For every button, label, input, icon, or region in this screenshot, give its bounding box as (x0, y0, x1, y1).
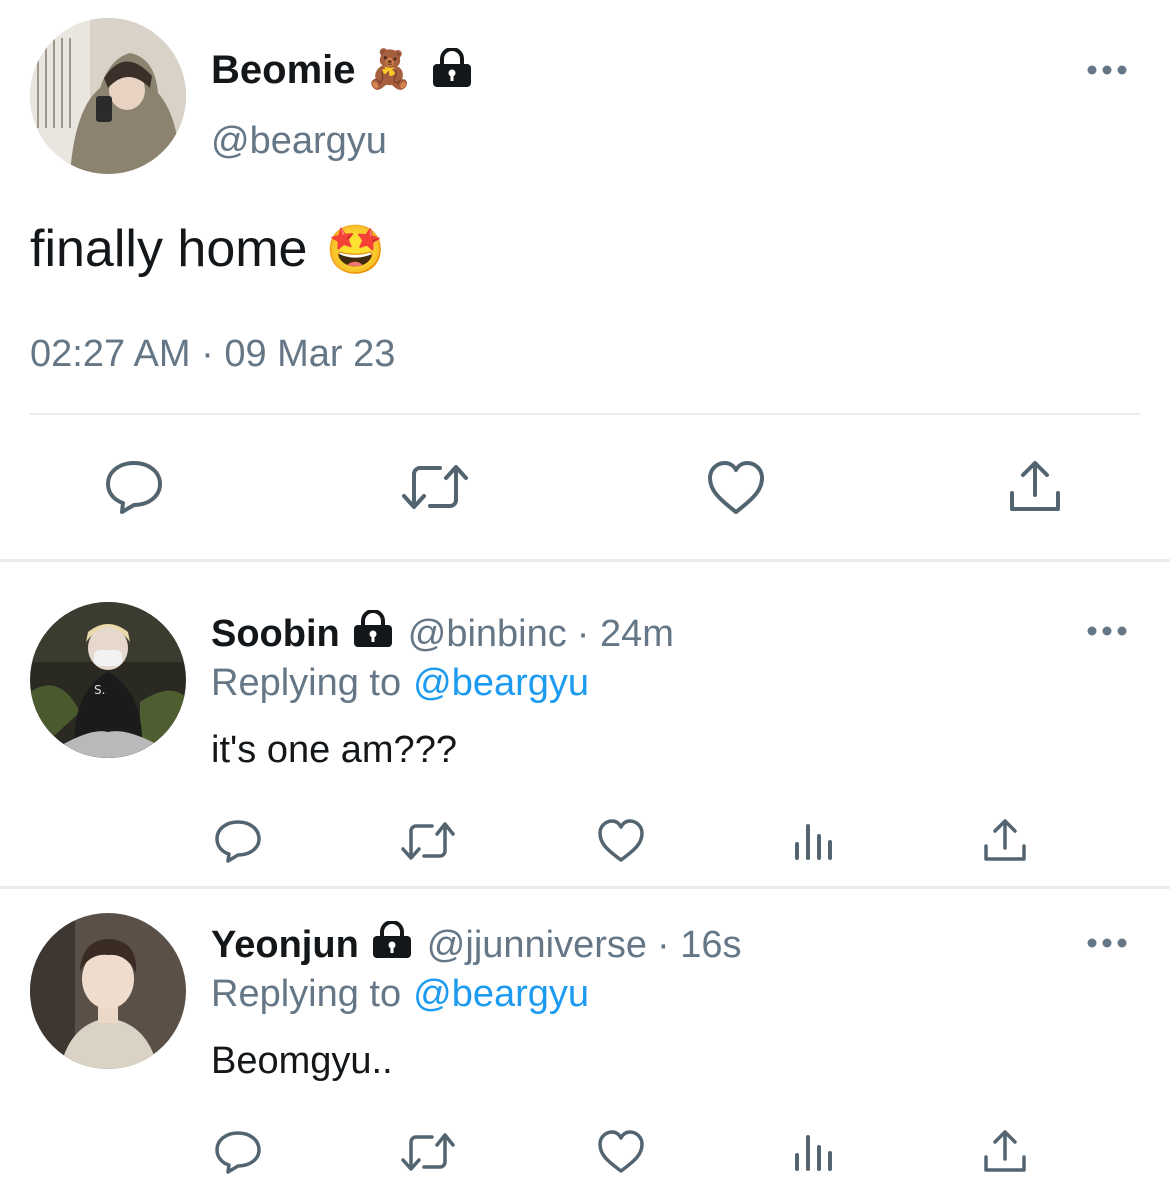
reply-time: · 16s (657, 923, 742, 966)
avatar-yeonjun[interactable] (30, 913, 186, 1069)
tweet-timestamp[interactable]: 02:27 AM · 09 Mar 23 (30, 333, 395, 376)
lock-icon (371, 920, 413, 969)
like-icon[interactable] (597, 818, 645, 864)
lock-icon (431, 46, 473, 93)
avatar-soobin[interactable]: S. (30, 602, 186, 758)
reply-time: · 24m (576, 612, 674, 655)
share-icon[interactable] (982, 818, 1028, 864)
tweet-text: finally home (30, 220, 308, 278)
more-options-icon[interactable] (1087, 624, 1127, 636)
section-divider (0, 559, 1170, 562)
analytics-icon[interactable] (793, 1133, 833, 1173)
replying-label: Replying to (211, 972, 402, 1015)
handle[interactable]: @binbinc (408, 613, 567, 656)
more-options-icon[interactable] (1087, 63, 1127, 75)
svg-text:S.: S. (94, 683, 105, 697)
star-struck-emoji: 🤩 (325, 223, 386, 277)
handle[interactable]: @jjunniverse (427, 924, 647, 967)
retweet-icon[interactable] (399, 1131, 457, 1173)
reply-icon[interactable] (104, 458, 164, 516)
reply-text: Beomgyu.. (211, 1040, 393, 1082)
replying-label: Replying to (211, 661, 402, 704)
avatar-beomie[interactable] (30, 18, 186, 174)
replying-to-link[interactable]: @beargyu (413, 662, 589, 705)
retweet-icon[interactable] (399, 820, 457, 862)
teddy-bear-emoji: 🧸 (365, 49, 413, 91)
reply-icon[interactable] (214, 1129, 262, 1175)
replying-to-link[interactable]: @beargyu (413, 973, 589, 1016)
more-options-icon[interactable] (1087, 936, 1127, 948)
divider (30, 413, 1140, 415)
share-icon[interactable] (982, 1129, 1028, 1175)
handle[interactable]: @beargyu (211, 120, 387, 163)
share-icon[interactable] (1007, 459, 1063, 515)
reply-icon[interactable] (214, 818, 262, 864)
retweet-icon[interactable] (400, 462, 470, 512)
reply-text: it's one am??? (211, 729, 457, 771)
like-icon[interactable] (706, 460, 766, 516)
display-name[interactable]: Yeonjun (211, 924, 359, 967)
analytics-icon[interactable] (793, 822, 833, 862)
display-name[interactable]: Beomie (211, 48, 356, 93)
section-divider (0, 886, 1170, 889)
lock-icon (352, 609, 394, 658)
display-name[interactable]: Soobin (211, 613, 340, 656)
like-icon[interactable] (597, 1129, 645, 1175)
